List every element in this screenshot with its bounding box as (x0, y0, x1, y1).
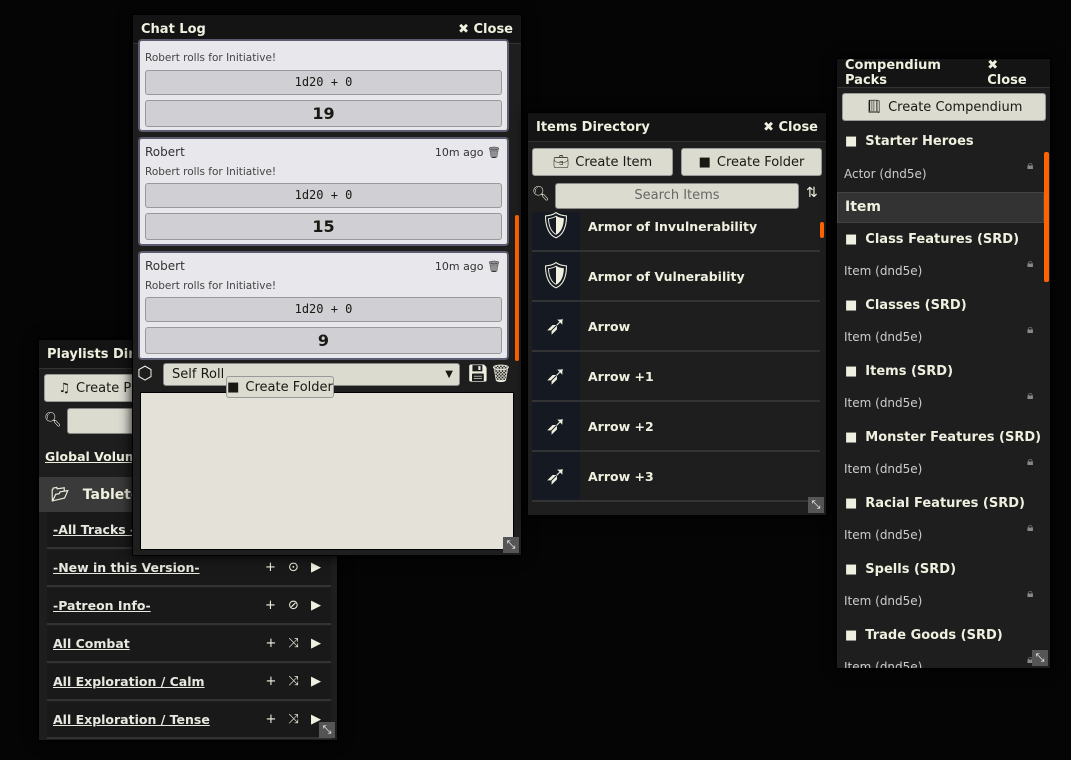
close-button[interactable]: ✖ Close (458, 22, 513, 37)
armor-icon: 🛡︎ (532, 212, 580, 250)
compendium-pack[interactable]: ■ Trade Goods (SRD) (845, 628, 1003, 643)
items-directory-window: Items Directory ✖ Close 💼︎ Create Item ■ Cr… (527, 112, 827, 516)
book-icon: 📕︎ (865, 99, 883, 115)
resize-handle[interactable]: ⤡ (1032, 650, 1048, 666)
window-header[interactable]: Compendium Packs ✖ Close (837, 59, 1050, 88)
search-input[interactable]: Search Items (555, 183, 799, 209)
chat-message: Robert rolls for Initiative! 1d20 + 0 19 (138, 39, 509, 132)
compendium-pack[interactable]: ■ Items (SRD) (845, 364, 953, 379)
item-row[interactable]: ➶ Arrow (532, 302, 820, 352)
search-icon: 🔍︎ (44, 412, 62, 428)
scrollbar[interactable] (820, 222, 824, 238)
dice-total[interactable]: 9 (145, 327, 502, 354)
create-folder-button[interactable]: ■ Create Folder (681, 148, 822, 176)
sort-icon[interactable]: ⇅ (806, 185, 818, 201)
folder-icon: ■ (698, 154, 711, 170)
d20-icon[interactable]: ⬡ (137, 363, 153, 384)
lock-icon[interactable]: 🔒︎ (1027, 454, 1033, 469)
folder-icon: ■ (845, 628, 858, 643)
compendium-group-header: Item (837, 192, 1044, 223)
chat-log-window: Chat Log ✖ Close Robert rolls for Initiat… (132, 14, 522, 556)
folder-icon: ■ (227, 379, 240, 395)
window-title: Compendium Packs (845, 58, 941, 88)
lock-icon[interactable]: 🔒︎ (1027, 388, 1033, 403)
chat-message: Robert 10m ago 🗑︎ Robert rolls for Initi… (138, 137, 509, 246)
item-row[interactable]: 🛡︎ Armor of Vulnerability (532, 252, 820, 302)
playlist-item[interactable]: -Patreon Info- + ⊘ ▶ (47, 588, 331, 625)
resize-handle[interactable]: ⤡ (808, 497, 824, 513)
scrollbar[interactable] (515, 215, 519, 361)
create-folder-button[interactable]: ■ Create Folder (226, 376, 334, 398)
folder-icon: ■ (845, 364, 858, 379)
item-row[interactable]: ➶ Arrow +1 (532, 352, 820, 402)
folder-icon: ■ (845, 298, 858, 313)
resize-handle[interactable]: ⤡ (319, 722, 335, 738)
folder-icon: ■ (845, 496, 858, 511)
dice-total[interactable]: 19 (145, 100, 502, 127)
window-title: Chat Log (141, 21, 206, 37)
arrow-icon: ➶ (532, 302, 580, 350)
compendium-packs-window: Compendium Packs ✖ Close 📕︎ Create Compend… (836, 58, 1051, 669)
trash-icon[interactable]: 🗑︎ (487, 260, 501, 273)
arrow-icon: ➶ (532, 452, 580, 500)
playlist-item[interactable]: All Exploration / Calm + ⤨ ▶ (47, 664, 331, 701)
trash-icon[interactable]: 🗑︎ (487, 146, 501, 159)
chat-message-input[interactable] (140, 392, 514, 550)
dice-formula[interactable]: 1d20 + 0 (145, 183, 502, 208)
lock-icon[interactable]: 🔒︎ (1027, 256, 1033, 271)
arrow-icon: ➶ (532, 352, 580, 400)
item-row[interactable]: 🛡︎ Armor of Invulnerability (532, 212, 820, 252)
item-list: 🛡︎ Armor of Invulnerability 🛡︎ Armor of Vu… (528, 212, 826, 515)
chat-message: Robert 10m ago 🗑︎ Robert rolls for Initi… (138, 251, 509, 360)
dice-total[interactable]: 15 (145, 213, 502, 240)
arrow-icon: ➶ (532, 402, 580, 450)
scrollbar[interactable] (1044, 152, 1049, 282)
playlist-item[interactable]: All Exploration / Tense + ⤨ ▶ (47, 702, 331, 739)
folder-icon: ■ (845, 430, 858, 445)
music-icon: ♫ (58, 380, 71, 396)
lock-icon[interactable]: 🔒︎ (1027, 520, 1033, 535)
folder-icon: ■ (845, 134, 858, 149)
window-header[interactable]: Items Directory ✖ Close (528, 113, 826, 142)
folder-icon: ■ (845, 562, 858, 577)
create-item-button[interactable]: 💼︎ Create Item (532, 148, 673, 176)
compendium-pack[interactable]: ■ Class Features (SRD) (845, 232, 1019, 247)
compendium-pack[interactable]: ■ Racial Features (SRD) (845, 496, 1025, 511)
resize-handle[interactable]: ⤡ (503, 537, 519, 553)
lock-icon[interactable]: 🔒︎ (1027, 322, 1033, 337)
lock-icon[interactable]: 🔒︎ (1027, 158, 1033, 173)
item-row[interactable]: ➶ Arrow +2 (532, 402, 820, 452)
dice-formula[interactable]: 1d20 + 0 (145, 70, 502, 95)
compendium-pack[interactable]: ■ Classes (SRD) (845, 298, 967, 313)
folder-icon: ■ (845, 232, 858, 247)
armor-icon: 🛡︎ (532, 252, 580, 300)
item-row[interactable]: ➶ Arrow +3 (532, 452, 820, 502)
compendium-pack[interactable]: ■ Starter Heroes (845, 134, 974, 149)
trash-icon[interactable]: 🗑︎ (490, 364, 512, 384)
compendium-pack[interactable]: ■ Monster Features (SRD) (845, 430, 1041, 445)
folder-open-icon: 📂︎ (51, 486, 69, 503)
suitcase-icon: 💼︎ (552, 154, 570, 170)
close-button[interactable]: ✖ Close (987, 59, 1042, 88)
create-compendium-button[interactable]: 📕︎ Create Compendium (842, 93, 1046, 121)
save-icon[interactable]: 💾︎ (467, 364, 489, 384)
lock-icon[interactable]: 🔒︎ (1027, 586, 1033, 601)
window-title: Items Directory (536, 119, 650, 135)
close-button[interactable]: ✖ Close (763, 120, 818, 135)
compendium-pack[interactable]: ■ Spells (SRD) (845, 562, 956, 577)
search-icon: 🔍︎ (532, 186, 550, 202)
dice-formula[interactable]: 1d20 + 0 (145, 297, 502, 322)
playlist-item[interactable]: All Combat + ⤨ ▶ (47, 626, 331, 663)
chevron-down-icon: ▼ (445, 369, 453, 380)
